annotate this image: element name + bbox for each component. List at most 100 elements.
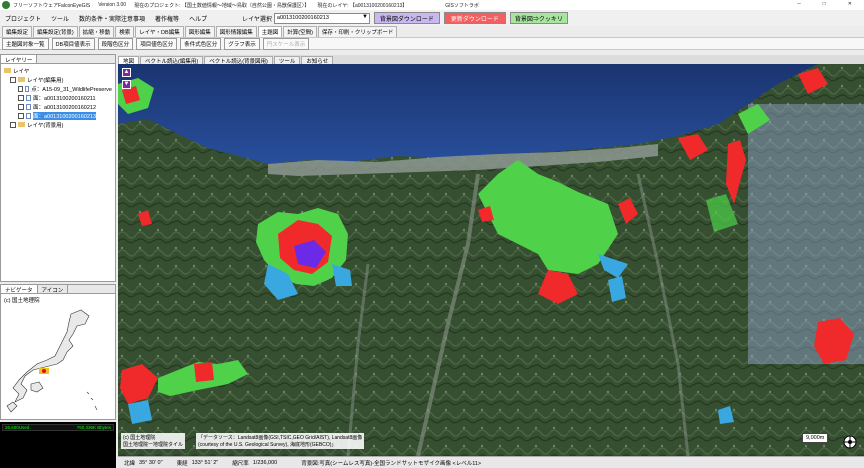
current-location-marker [42, 369, 46, 373]
pan-up-button[interactable]: ▲ [122, 68, 131, 77]
layer-item[interactable]: 面：a0013100200160211 [4, 93, 112, 102]
tree-root-label: レイヤ [13, 68, 30, 75]
thematic-target-list-button[interactable]: 主題図対象一覧 [2, 37, 49, 50]
folder-icon [18, 122, 25, 127]
checkbox[interactable] [18, 103, 24, 110]
scale-value: 1/236,000 [252, 459, 278, 466]
point-layer-icon [25, 85, 30, 92]
app-logo-icon [2, 1, 10, 9]
latitude-label: 北緯 [124, 460, 136, 467]
folder-icon [18, 77, 25, 82]
memory-status-panel: 26,600Used 760,336K Bbytes [0, 422, 116, 468]
window-controls: ─ □ ✕ [797, 1, 860, 7]
maximize-button[interactable]: □ [823, 1, 826, 7]
layer-item[interactable]: 面：a0013100200160212 [4, 102, 112, 111]
update-download-button[interactable]: 更新ダウンロード [443, 12, 506, 24]
graduated-color-button[interactable]: 段階色区分 [97, 37, 134, 50]
tab-vector-load-edit[interactable]: ベクトル読込(編集用) [140, 56, 204, 65]
memory-bar: 26,600Used 760,336K Bbytes [2, 424, 114, 431]
tab-navigator[interactable]: ナビゲータ [1, 285, 38, 294]
current-project: 現在のプロジェクト: 【国土数値情報～地域～鳥取（自然公園・鳥獣保護区）】 [134, 2, 310, 9]
tree-group-bg-label: レイヤ(背景用) [27, 122, 64, 129]
tab-save-print-clipboard[interactable]: 保存・印刷・クリップボード [317, 26, 398, 37]
polygon-layer-icon [26, 94, 31, 101]
tab-tools[interactable]: ツール [273, 56, 301, 65]
tab-shape-edit[interactable]: 図形編集 [184, 26, 215, 37]
map-scale-bar: 9,000m [802, 433, 829, 443]
memory-total: 760,336K Bbytes [76, 425, 111, 430]
tab-search[interactable]: 検索 [115, 26, 135, 37]
minimize-button[interactable]: ─ [797, 1, 801, 7]
map-tabs: 地図 ベクトル読込(編集用) ベクトル読込(背景図用) ツール お知らせ [118, 55, 864, 65]
layer-select-label: レイヤ選択 [242, 16, 272, 23]
tab-thematic-map[interactable]: 主題図 [257, 26, 283, 37]
tab-icons[interactable]: アイコン [38, 285, 69, 294]
memory-used: 26,600Used [5, 425, 30, 430]
pan-down-button[interactable]: ▼ [122, 80, 131, 89]
map-credit-gsi: (c) 国土地理院 国土地理院ー地理院タイル [121, 433, 186, 449]
checkbox[interactable] [10, 121, 16, 128]
graph-display-button[interactable]: グラフ表示 [224, 37, 260, 50]
tree-root[interactable]: レイヤ [4, 66, 112, 75]
navigator-panel: ナビゲータ アイコン (c) 国土地理院 [0, 284, 116, 420]
current-layer-title: 現在のレイヤ: 【a0013100200160213】 [317, 2, 408, 9]
title-bar: フリーソフトウェアFalconEyeGIS Version 3.00 現在のプロ… [0, 0, 864, 10]
vendor-name: GISソフトラボ [445, 2, 479, 9]
tab-layer-db-edit[interactable]: レイヤ・DB編集 [135, 26, 184, 37]
tab-edit-settings-bg[interactable]: 編集設定(背景) [33, 26, 78, 37]
coordinate-bar: 北緯 35° 30' 0" 東経 133° 51' 2" 縮尺率 1/236,0… [118, 456, 864, 468]
map-credit-line-1: (c) 国土地理院 [123, 435, 156, 441]
menu-copyright[interactable]: 著作権等 [150, 14, 184, 23]
background-map-info: 背景図:写真(シームレス写真)-全国ランドサットモザイク画像 <レベル11> [301, 460, 482, 467]
app-version: Version 3.00 [98, 2, 127, 8]
chevron-down-icon: ▼ [361, 13, 368, 20]
thematic-toolbar: 主題図対象一覧 DB項目値表示 段階色区分 項目値色区分 条件式色区分 グラフ表… [0, 37, 864, 50]
close-button[interactable]: ✕ [848, 1, 852, 7]
cloud-haze [748, 104, 864, 364]
background-download-button[interactable]: 背景図ダウンロード [373, 12, 440, 24]
layer-item-selected[interactable]: 面：a0013100200160213 [4, 111, 112, 120]
tab-edit-settings[interactable]: 編集設定 [2, 26, 33, 37]
tab-notices[interactable]: お知らせ [301, 56, 334, 65]
tree-group-edit[interactable]: レイヤ(編集用) [4, 75, 112, 84]
tab-vector-load-bg[interactable]: ベクトル読込(背景図用) [204, 56, 273, 65]
checkbox[interactable] [18, 85, 24, 92]
folder-icon [4, 68, 11, 73]
japan-overview-map[interactable] [1, 306, 115, 418]
satellite-map[interactable] [118, 64, 864, 456]
menu-tools[interactable]: ツール [46, 14, 74, 23]
compass-icon[interactable] [843, 435, 857, 449]
menu-notes[interactable]: 数的条件・実際注意事項 [74, 14, 150, 23]
tab-shape-info-edit[interactable]: 図形情報編集 [215, 26, 257, 37]
tab-layer-tree[interactable]: レイヤリー [1, 55, 38, 64]
protected-area-red[interactable] [194, 362, 214, 382]
circle-scale-button: 円スケール表示 [262, 37, 310, 50]
tab-zoom-move[interactable]: 拡縮・移動 [78, 26, 115, 37]
checkbox[interactable] [10, 76, 16, 83]
tab-map[interactable]: 地図 [118, 56, 140, 65]
checkbox[interactable] [18, 112, 24, 119]
db-value-display-button[interactable]: DB項目値表示 [51, 37, 95, 50]
scale-label: 縮尺率 [232, 460, 249, 467]
item-value-color-button[interactable]: 項目値色区分 [136, 37, 178, 50]
polygon-layer-icon [26, 112, 31, 119]
menu-bar: プロジェクト ツール 数的条件・実際注意事項 著作権等 ヘルプ レイヤ選択 a0… [0, 10, 864, 26]
map-canvas[interactable]: ▲ ▼ (c) 国土地理院 国土地理院ー地理院タイル 「データソース：Lands… [118, 64, 864, 456]
menu-help[interactable]: ヘルプ [184, 14, 212, 23]
tab-spatial-calc[interactable]: 計算(空間) [283, 26, 317, 37]
protected-area-blue[interactable] [128, 400, 152, 424]
layer-item-label: 面：a0013100200160211 [33, 95, 96, 102]
tree-group-edit-label: レイヤ(編集用) [27, 77, 64, 84]
layer-select-dropdown[interactable]: a0013100200160213 ▼ [273, 12, 370, 24]
layer-item-label: 面：a0013100200160213 [33, 111, 97, 120]
menu-project[interactable]: プロジェクト [0, 14, 46, 23]
longitude-value: 133° 51' 2" [191, 459, 219, 466]
background-clip-button[interactable]: 背景図⇒クッキリ [509, 12, 568, 24]
condition-color-button[interactable]: 条件式色区分 [180, 37, 222, 50]
layer-item[interactable]: 点：A15-09_31_WildlifePreserve [4, 84, 112, 93]
tree-group-bg[interactable]: レイヤ(背景用) [4, 120, 112, 129]
data-source-line-1: 「データソース：Landsat8画像(GSI,TSIC,GEO Grid/AIS… [198, 435, 363, 441]
data-source-line-2: (courtesy of the U.S. Geological Survey)… [198, 442, 337, 448]
longitude-label: 東経 [176, 460, 188, 467]
checkbox[interactable] [18, 94, 24, 101]
